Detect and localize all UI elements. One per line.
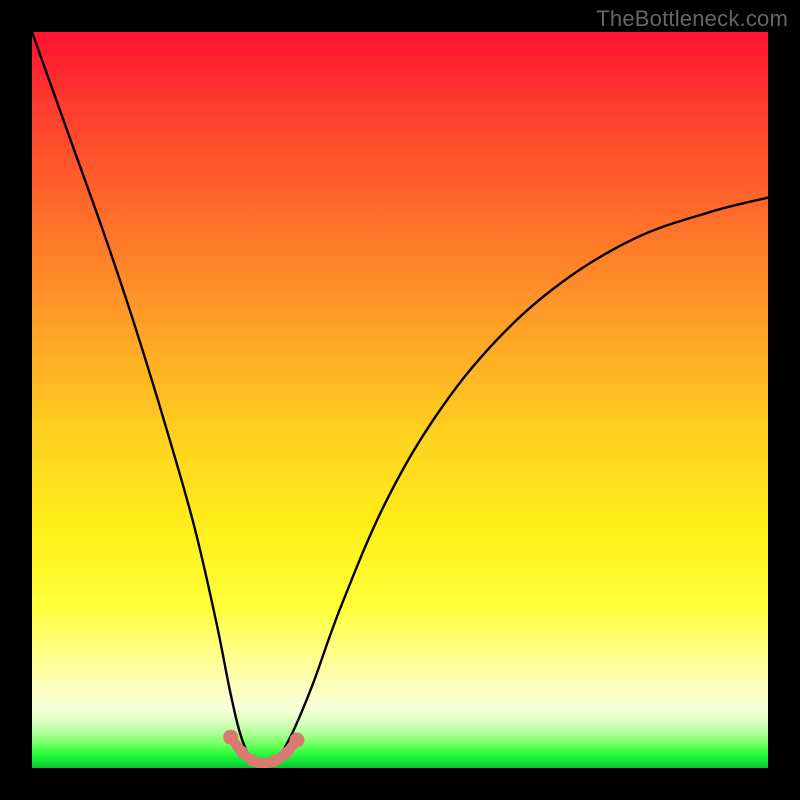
min-marker [269, 755, 281, 767]
attribution-text: TheBottleneck.com [596, 6, 788, 32]
chart-frame: TheBottleneck.com [0, 0, 800, 800]
min-marker [236, 746, 248, 758]
min-marker [223, 730, 238, 745]
min-marker [247, 755, 259, 767]
chart-svg [32, 32, 768, 768]
min-marker [280, 747, 292, 759]
bottleneck-curve [32, 32, 768, 764]
plot-area [32, 32, 768, 768]
min-marker [289, 733, 304, 748]
